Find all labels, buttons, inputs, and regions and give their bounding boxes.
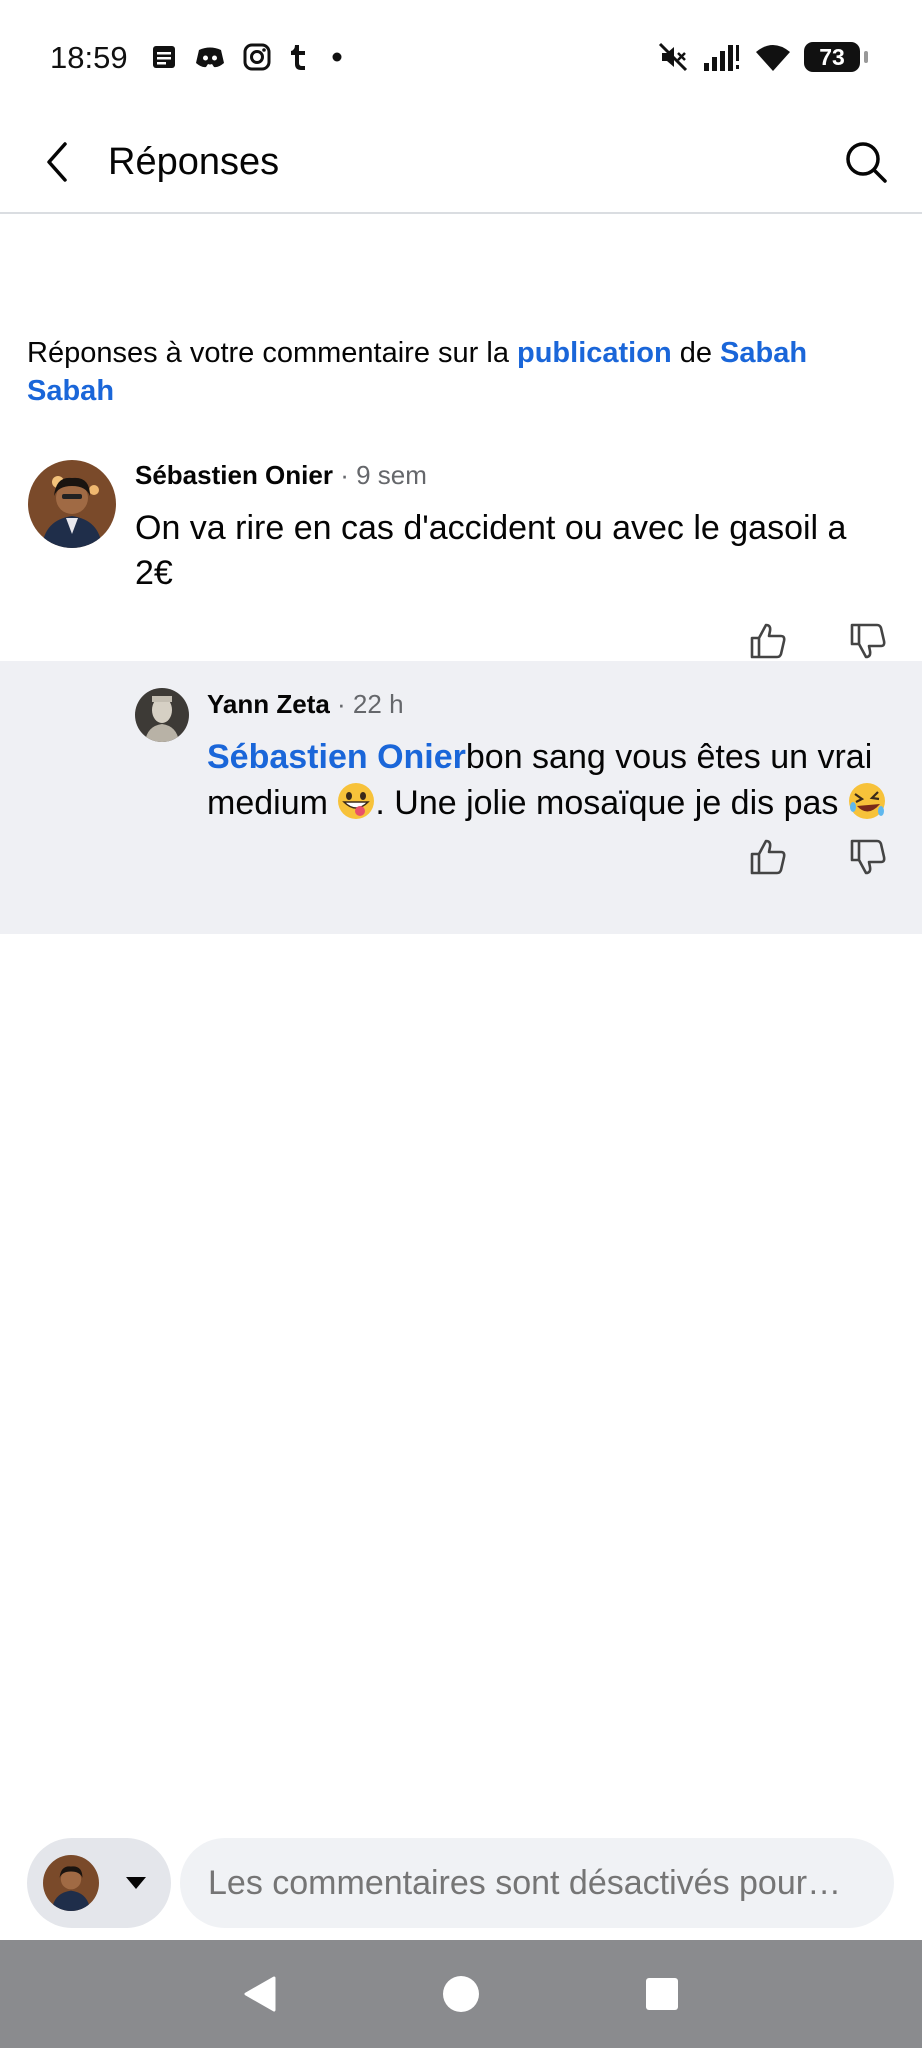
reply-header: Yann Zeta · 22 h [207,689,404,720]
wifi-icon [756,45,790,71]
comment-header: Sébastien Onier · 9 sem [135,460,427,491]
reply-mention[interactable]: Sébastien Onier [207,738,466,776]
notes-icon [153,46,175,68]
comment-text: On va rire en cas d'accident ou avec le … [135,509,847,592]
rolling-laughing-emoji-icon [848,782,886,820]
status-bar: 18:59 73 [0,0,922,110]
nav-home-button[interactable] [431,1964,491,2024]
thumbs-down-icon [850,623,886,659]
nav-recents-button[interactable] [632,1964,692,2024]
comment-composer [0,1820,922,1940]
context-line: Réponses à votre commentaire sur la publ… [27,334,887,410]
tumblr-icon [291,45,305,70]
reply: Yann Zeta · 22 h Sébastien Onierbon sang… [0,661,922,934]
caret-down-icon [126,1877,146,1889]
reply-avatar[interactable] [135,688,189,742]
battery-level: 73 [819,43,845,70]
search-button[interactable] [836,132,896,192]
comment-author[interactable]: Sébastien Onier [135,460,333,490]
comment-time: · 9 sem [332,460,427,490]
nav-back-icon [244,1976,276,2012]
thumbs-up-icon [750,839,786,875]
page-title: Réponses [108,141,280,183]
notification-icons [150,42,348,72]
context-middle: de [671,337,721,369]
context-prefix: Réponses à votre commentaire sur la [27,337,517,369]
reply-time: · 22 h [329,689,404,719]
signal-icon [704,45,739,71]
post-link[interactable]: publication [517,337,672,369]
avatar[interactable] [28,460,116,548]
nav-home-icon [442,1976,479,2012]
thumbs-up-icon [750,623,786,659]
instagram-icon [243,43,271,71]
dot-icon [332,52,342,62]
nav-recents-icon [645,1978,678,2010]
system-icons: 73 [656,40,868,74]
header: Réponses [0,110,922,214]
nav-back-button[interactable] [230,1964,290,2024]
reply-text-part2: . Une jolie mosaïque je dis pas [375,784,848,822]
screen: 18:59 73 Réponses Réponses à votre comme… [0,0,922,2048]
composer-avatar [43,1855,99,1911]
reply-like-button[interactable] [740,829,796,885]
comment-input[interactable] [180,1838,894,1928]
discord-icon [196,47,224,68]
comment: Sébastien Onier · 9 sem On va rire en ca… [0,440,922,660]
back-arrow-icon [47,142,67,182]
search-icon [846,142,887,183]
grinning-tongue-emoji-icon [337,782,375,820]
back-button[interactable] [28,132,88,192]
profile-switcher[interactable] [27,1838,171,1928]
reply-author[interactable]: Yann Zeta [207,689,330,719]
mute-icon [658,42,688,72]
status-time: 18:59 [50,40,128,75]
navigation-bar [0,1940,922,2048]
thumbs-down-icon [850,839,886,875]
reply-dislike-button[interactable] [840,829,896,885]
reply-text: Sébastien Onierbon sang vous êtes un vra… [207,734,897,826]
battery-icon: 73 [804,42,868,72]
